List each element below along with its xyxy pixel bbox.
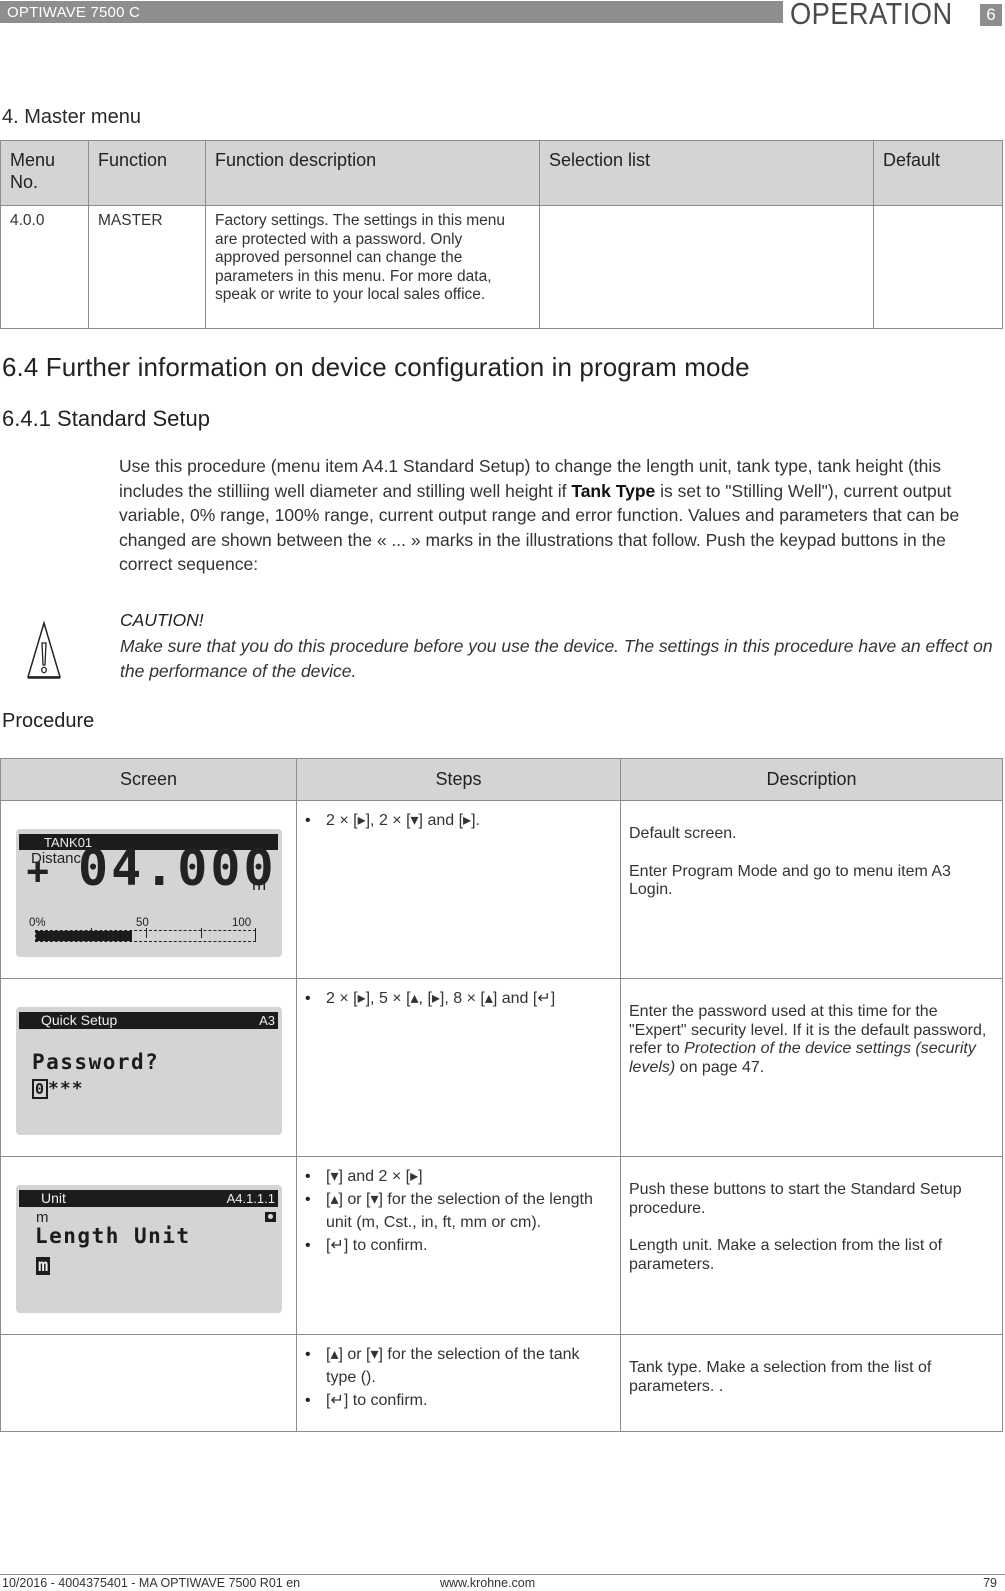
description-cell: Tank type. Make a selection from the lis… xyxy=(620,1334,1003,1432)
description-cell: Default screen. Enter Program Mode and g… xyxy=(620,800,1003,979)
steps-cell: 2 × [▸], 5 × [▴, [▸], 8 × [▴] and [↵] xyxy=(296,978,621,1157)
description-text: Enter the password used at this time for… xyxy=(629,1003,994,1077)
procedure-title: Procedure xyxy=(2,710,95,732)
intro-bold-term: Tank Type xyxy=(571,480,656,501)
lcd-prompt: Length Unit xyxy=(35,1224,191,1248)
master-menu-title: 4. Master menu xyxy=(2,106,141,128)
description-text: Tank type. Make a selection from the lis… xyxy=(629,1359,932,1395)
lcd-menu-code: A4.1.1.1 xyxy=(226,1191,275,1206)
bar-tick xyxy=(255,928,256,942)
step-item: 2 × [▸], 2 × [▾] and [▸]. xyxy=(305,809,612,832)
lcd-unit: m xyxy=(252,875,267,894)
caution-title: CAUTION! xyxy=(120,610,204,630)
level-bar-fill xyxy=(36,931,133,941)
step-item: [↵] to confirm. xyxy=(305,1389,612,1412)
lcd-default-screen: TANK01 Distance + 04.000 m 0% 50 100 xyxy=(16,829,282,957)
col-menu-no: Menu No. xyxy=(0,140,89,206)
description-cell: Push these buttons to start the Standard… xyxy=(620,1156,1003,1335)
description-text-part: on page 47. xyxy=(675,1058,765,1076)
lcd-value: 04.000 xyxy=(78,839,277,897)
subsection-title: 6.4.1 Standard Setup xyxy=(2,406,210,431)
step-item: [↵] to confirm. xyxy=(305,1234,612,1257)
cell-menu-no: 4.0.0 xyxy=(0,205,89,329)
steps-list: [▾] and 2 × [▸] [▴] or [▾] for the selec… xyxy=(305,1165,612,1257)
lcd-title: Quick Setup xyxy=(41,1012,118,1028)
screen-cell xyxy=(0,1334,297,1432)
intro-paragraph: Use this procedure (menu item A4.1 Stand… xyxy=(119,454,999,577)
footer-page-number: 79 xyxy=(983,1576,997,1590)
table-row: Quick Setup A3 Password? 0*** 2 × [▸], 5… xyxy=(0,978,1003,1157)
bar-tick xyxy=(201,928,202,938)
cell-function: MASTER xyxy=(88,205,206,329)
screen-cell: Unit A4.1.1.1 m Length Unit m xyxy=(0,1156,297,1335)
step-item: 2 × [▸], 5 × [▴, [▸], 8 × [▴] and [↵] xyxy=(305,987,612,1010)
table-header-row: Screen Steps Description xyxy=(0,758,1003,801)
procedure-table: Screen Steps Description TANK01 Distance… xyxy=(0,758,1003,1432)
screen-cell: Quick Setup A3 Password? 0 *** xyxy=(0,978,297,1157)
lcd-title: Unit xyxy=(41,1190,66,1206)
warning-triangle-icon xyxy=(26,621,62,679)
description-text: Push these buttons to start the Standard… xyxy=(629,1181,962,1217)
level-bar xyxy=(35,928,256,942)
table-header-row: Menu No. Function Function description S… xyxy=(0,140,1003,206)
footer-divider xyxy=(0,1574,1005,1575)
lcd-password-screen: Quick Setup A3 Password? 0 *** xyxy=(16,1007,282,1135)
description-cell: Enter the password used at this time for… xyxy=(620,978,1003,1157)
footer-website-link[interactable]: www.krohne.com xyxy=(440,1576,535,1590)
lcd-cursor-digit: 0 xyxy=(32,1079,49,1099)
lcd-radio-indicator-icon xyxy=(265,1212,276,1222)
steps-cell: 2 × [▸], 2 × [▾] and [▸]. xyxy=(296,800,621,979)
screen-cell: TANK01 Distance + 04.000 m 0% 50 100 xyxy=(0,800,297,979)
table-row: 4.0.0 MASTER Factory settings. The setti… xyxy=(0,205,1003,329)
chapter-title: OPERATION xyxy=(790,0,953,31)
table-row: [▴] or [▾] for the selection of the tank… xyxy=(0,1334,1003,1432)
description-text: Length unit. Make a selection from the l… xyxy=(629,1237,943,1273)
col-screen: Screen xyxy=(0,758,297,801)
footer-doc-ref: 10/2016 - 4004375401 - MA OPTIWAVE 7500 … xyxy=(2,1576,301,1590)
description-text: Enter Program Mode and go to menu item A… xyxy=(629,862,951,899)
steps-cell: [▴] or [▾] for the selection of the tank… xyxy=(296,1334,621,1432)
col-selection-list: Selection list xyxy=(539,140,874,206)
steps-cell: [▾] and 2 × [▸] [▴] or [▾] for the selec… xyxy=(296,1156,621,1335)
lcd-sign: + xyxy=(26,850,50,894)
lcd-title-bar: Unit A4.1.1.1 xyxy=(19,1190,278,1207)
steps-list: 2 × [▸], 5 × [▴, [▸], 8 × [▴] and [↵] xyxy=(305,987,612,1010)
product-name: OPTIWAVE 7500 C xyxy=(7,4,141,21)
step-item: [▴] or [▾] for the selection of the tank… xyxy=(305,1343,612,1389)
cell-default xyxy=(873,205,1003,329)
table-row: Unit A4.1.1.1 m Length Unit m [▾] and 2 … xyxy=(0,1156,1003,1335)
lcd-title-bar: Quick Setup A3 xyxy=(19,1012,278,1029)
caution-text: Make sure that you do this procedure bef… xyxy=(120,636,993,681)
bar-tick xyxy=(91,928,92,932)
steps-list: 2 × [▸], 2 × [▾] and [▸]. xyxy=(305,809,612,832)
master-menu-table: Menu No. Function Function description S… xyxy=(0,140,1003,329)
lcd-password-field: 0 *** xyxy=(32,1079,84,1099)
col-steps: Steps xyxy=(296,758,621,801)
header-bar: OPTIWAVE 7500 C xyxy=(0,1,783,23)
col-default: Default xyxy=(873,140,1003,206)
bar-tick xyxy=(146,928,147,938)
lcd-menu-code: A3 xyxy=(259,1013,275,1028)
step-item: [▾] and 2 × [▸] xyxy=(305,1165,612,1188)
col-function-description: Function description xyxy=(205,140,540,206)
cell-description: Factory settings. The settings in this m… xyxy=(205,205,540,329)
table-row: TANK01 Distance + 04.000 m 0% 50 100 • 2… xyxy=(0,800,1003,979)
step-item: [▴] or [▾] for the selection of the leng… xyxy=(305,1188,612,1234)
lcd-prompt: Password? xyxy=(32,1050,160,1074)
col-description: Description xyxy=(620,758,1003,801)
lcd-selected-option: m xyxy=(36,1256,51,1276)
lcd-masked-digits: *** xyxy=(48,1078,84,1099)
chapter-number: 6 xyxy=(980,4,1002,26)
description-text: Default screen. xyxy=(629,825,737,842)
steps-list: [▴] or [▾] for the selection of the tank… xyxy=(305,1343,612,1412)
cell-selection-list xyxy=(539,205,874,329)
section-title: 6.4 Further information on device config… xyxy=(2,352,750,382)
lcd-length-unit-screen: Unit A4.1.1.1 m Length Unit m xyxy=(16,1185,282,1313)
col-function: Function xyxy=(88,140,206,206)
